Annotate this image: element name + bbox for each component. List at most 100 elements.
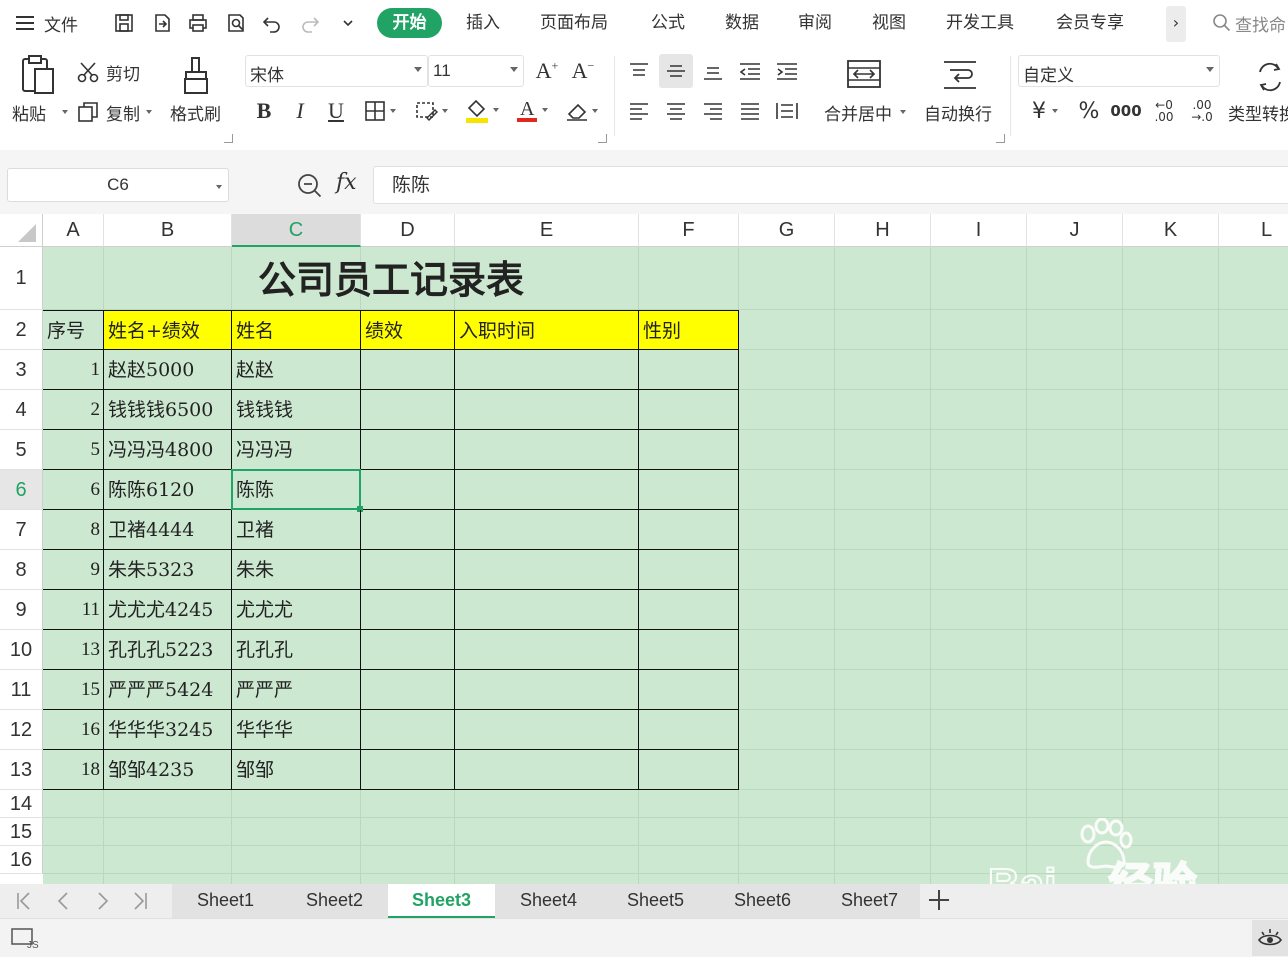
format-painter-button[interactable]: 格式刷 [168, 54, 226, 134]
select-all-corner[interactable] [0, 214, 43, 247]
cell-no[interactable]: 5 [43, 430, 104, 470]
sheet-tab-5[interactable]: Sheet5 [602, 884, 709, 918]
thousands-separator-button[interactable]: 000 [1110, 96, 1142, 126]
redo-icon[interactable] [297, 10, 323, 36]
alignment-group-launcher[interactable] [996, 134, 1005, 143]
sheet-tab-3[interactable]: Sheet3 [388, 884, 495, 918]
zoom-icon[interactable] [296, 172, 324, 200]
cell-no[interactable]: 2 [43, 390, 104, 430]
increase-font-size-button[interactable]: A+ [532, 56, 562, 86]
decrease-font-size-button[interactable]: A− [568, 56, 598, 86]
print-icon[interactable] [185, 10, 211, 36]
cell-gender[interactable] [639, 670, 739, 710]
align-left-button[interactable] [624, 96, 654, 126]
column-header-g[interactable]: G [739, 214, 835, 247]
cell-perf[interactable] [361, 630, 455, 670]
cell-perf[interactable] [361, 750, 455, 790]
column-header-k[interactable]: K [1123, 214, 1219, 247]
cell-gender[interactable] [639, 750, 739, 790]
save-icon[interactable] [111, 10, 137, 36]
clear-button[interactable] [560, 96, 602, 126]
cell-name-perf[interactable]: 卫褚4444 [104, 510, 232, 550]
tab-insert[interactable]: 插入 [466, 10, 500, 36]
cell-no[interactable]: 13 [43, 630, 104, 670]
sheet-tab-1[interactable]: Sheet1 [172, 884, 279, 918]
cut-button[interactable]: 剪切 [76, 58, 148, 86]
align-bottom-button[interactable] [698, 56, 728, 86]
cell-no[interactable]: 15 [43, 670, 104, 710]
increase-decimal-button[interactable]: ←0.00 [1148, 94, 1180, 128]
header-no[interactable]: 序号 [43, 310, 104, 350]
hamburger-menu-button[interactable]: 文件 [14, 11, 84, 36]
cell-hire-date[interactable] [455, 630, 639, 670]
cell-gender[interactable] [639, 550, 739, 590]
increase-indent-button[interactable] [772, 56, 802, 86]
column-header-i[interactable]: I [931, 214, 1027, 247]
header-hire-date[interactable]: 入职时间 [455, 310, 639, 350]
font-color-button[interactable]: A [510, 94, 552, 126]
cell-area[interactable]: 公司员工记录表 序号 姓名+绩效 姓名 绩效 入职时间 性别 1 赵赵5000 赵赵 2 钱钱钱650… [43, 247, 1288, 884]
row-header-4[interactable]: 4 [0, 390, 43, 430]
column-header-j[interactable]: J [1027, 214, 1123, 247]
row-header-12[interactable]: 12 [0, 710, 43, 750]
cell-perf[interactable] [361, 350, 455, 390]
cell-name[interactable]: 尤尤尤 [232, 590, 361, 630]
row-header-11[interactable]: 11 [0, 670, 43, 710]
first-sheet-button[interactable] [12, 888, 36, 914]
cell-hire-date[interactable] [455, 550, 639, 590]
column-header-f[interactable]: F [639, 214, 739, 247]
sheet-tab-4[interactable]: Sheet4 [495, 884, 602, 918]
align-middle-button[interactable] [659, 54, 693, 88]
cell-no[interactable]: 11 [43, 590, 104, 630]
cell-perf[interactable] [361, 510, 455, 550]
cell-gender[interactable] [639, 430, 739, 470]
copy-button[interactable]: 复制 [76, 98, 160, 126]
cell-gender[interactable] [639, 390, 739, 430]
font-group-launcher[interactable] [598, 134, 607, 143]
cell-name-perf[interactable]: 陈陈6120 [104, 470, 232, 510]
cell-name[interactable]: 邹邹 [232, 750, 361, 790]
tab-data[interactable]: 数据 [725, 10, 759, 36]
cell-hire-date[interactable] [455, 510, 639, 550]
cell-perf[interactable] [361, 670, 455, 710]
cell-no[interactable]: 6 [43, 470, 104, 510]
align-center-button[interactable] [661, 96, 691, 126]
row-header-14[interactable]: 14 [0, 790, 43, 818]
cell-hire-date[interactable] [455, 670, 639, 710]
cell-name-perf[interactable]: 冯冯冯4800 [104, 430, 232, 470]
cell-hire-date[interactable] [455, 390, 639, 430]
bold-button[interactable]: B [250, 96, 278, 126]
header-gender[interactable]: 性别 [639, 310, 739, 350]
cell-perf[interactable] [361, 550, 455, 590]
borders-button[interactable] [360, 96, 400, 126]
tab-member[interactable]: 会员专享 [1056, 10, 1124, 36]
wrap-text-button[interactable]: 自动换行 [922, 54, 1002, 134]
cell-name-perf[interactable]: 严严严5424 [104, 670, 232, 710]
column-header-e[interactable]: E [455, 214, 639, 247]
cell-gender[interactable] [639, 590, 739, 630]
cell-hire-date[interactable] [455, 430, 639, 470]
cell-gender[interactable] [639, 510, 739, 550]
tab-review[interactable]: 审阅 [798, 10, 832, 36]
cell-perf[interactable] [361, 710, 455, 750]
cell-style-button[interactable] [410, 96, 452, 126]
export-pdf-icon[interactable] [149, 10, 175, 36]
cell-name[interactable]: 赵赵 [232, 350, 361, 390]
print-preview-icon[interactable] [223, 10, 249, 36]
cell-name[interactable]: 朱朱 [232, 550, 361, 590]
column-header-h[interactable]: H [835, 214, 931, 247]
tab-formulas[interactable]: 公式 [651, 10, 685, 36]
row-header-1[interactable]: 1 [0, 247, 43, 310]
cell-name-perf[interactable]: 钱钱钱6500 [104, 390, 232, 430]
row-header-13[interactable]: 13 [0, 750, 43, 790]
type-convert-button[interactable]: 类型转换 [1228, 54, 1288, 134]
cell-hire-date[interactable] [455, 350, 639, 390]
row-header-2[interactable]: 2 [0, 310, 43, 350]
prev-sheet-button[interactable] [52, 888, 76, 914]
column-header-c[interactable]: C [232, 214, 361, 247]
tab-start[interactable]: 开始 [377, 8, 442, 38]
cell-name-perf[interactable]: 赵赵5000 [104, 350, 232, 390]
cell-name-perf[interactable]: 尤尤尤4245 [104, 590, 232, 630]
row-header-3[interactable]: 3 [0, 350, 43, 390]
underline-button[interactable]: U [322, 96, 350, 126]
